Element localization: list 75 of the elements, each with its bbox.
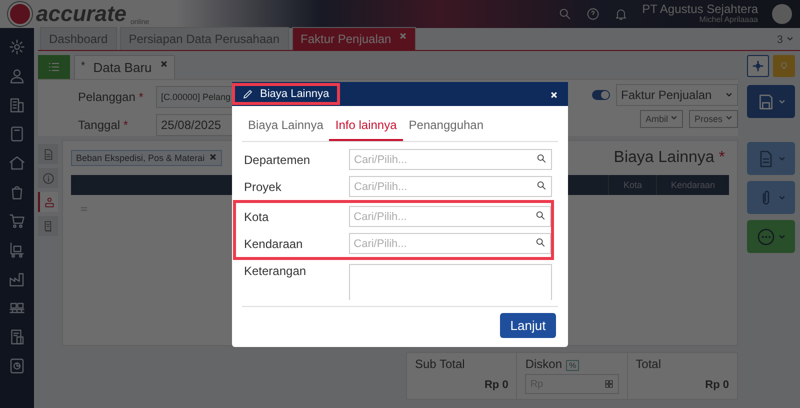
chevron-icon [670, 114, 678, 122]
field-label: Kendaraan [244, 236, 304, 250]
search-icon[interactable] [535, 236, 546, 248]
type-select[interactable]: Faktur Penjualan [616, 84, 738, 106]
tab[interactable]: Faktur Penjualan [292, 27, 416, 50]
chevron-icon [786, 35, 794, 43]
info-icon[interactable] [42, 172, 54, 184]
field-label: Keterangan [244, 264, 308, 278]
user-name: Michel Aprilaaaa [699, 16, 758, 25]
filter-chip[interactable]: Beban Ekspedisi, Pos & Materai [71, 150, 222, 166]
chevron-icon [778, 98, 786, 106]
notes-field[interactable] [349, 264, 552, 300]
person-icon[interactable] [8, 67, 26, 85]
dropdown-button[interactable]: Ambil [640, 110, 684, 128]
total-value: Rp 0 [705, 379, 729, 391]
tablet-icon[interactable] [8, 125, 26, 143]
total-label: Diskon [525, 357, 562, 371]
document-button[interactable] [747, 142, 795, 175]
field-label: Kota [244, 210, 270, 224]
field-label: Departemen [244, 152, 312, 166]
lookup-field[interactable]: Cari/Pilih... [349, 149, 552, 170]
search-icon[interactable] [536, 152, 547, 164]
building-icon[interactable] [8, 96, 26, 114]
search-icon[interactable] [536, 180, 547, 190]
panel-title: Biaya Lainnya * [614, 149, 726, 167]
tab-count[interactable]: 3 [770, 34, 800, 50]
chevron-icon [725, 91, 733, 99]
field-label: Pelanggan * [78, 90, 144, 104]
lookup-field[interactable]: Cari/Pilih... [348, 206, 551, 227]
logo-icon [8, 2, 32, 26]
report-icon[interactable] [8, 328, 26, 346]
list-icon[interactable] [47, 60, 61, 74]
document-tab[interactable]: $^{*}$ Data Baru [74, 55, 175, 79]
save-button[interactable] [747, 85, 795, 118]
side-tab[interactable] [38, 192, 58, 212]
help-icon[interactable] [586, 6, 600, 21]
chart-icon[interactable] [8, 357, 26, 375]
more-button[interactable] [747, 220, 795, 253]
search-icon[interactable] [535, 210, 546, 220]
company-name: PT Agustus Sejahtera [642, 3, 758, 16]
bell-icon[interactable] [614, 6, 628, 21]
factory-icon[interactable] [8, 270, 26, 288]
total-label: Total [636, 357, 662, 371]
field-label: Proyek [244, 180, 282, 194]
calculator-icon[interactable] [604, 379, 614, 389]
side-tab[interactable] [38, 216, 58, 236]
total-value: Rp 0 [484, 379, 508, 391]
more-icon[interactable] [756, 226, 776, 246]
cart-icon[interactable] [8, 212, 26, 230]
chevron-icon [778, 154, 786, 162]
tab[interactable]: Info lainnya [329, 114, 403, 141]
bulb-icon[interactable] [778, 60, 790, 72]
settings-button[interactable] [747, 55, 769, 77]
field-label: Tanggal * [78, 118, 130, 132]
list-button[interactable] [38, 55, 70, 79]
pencil-icon[interactable] [242, 88, 254, 100]
percent-toggle[interactable]: % [566, 360, 580, 371]
avatar[interactable] [772, 4, 792, 24]
total-label: Sub Total [415, 357, 466, 371]
side-tab[interactable] [38, 144, 58, 164]
logo-text: accurate [36, 3, 127, 25]
tab[interactable]: Penangguhan [402, 114, 490, 141]
lookup-field[interactable]: Cari/Pilih... [349, 176, 552, 197]
dropdown-button[interactable]: Proses [689, 110, 738, 128]
trolley-icon[interactable] [8, 241, 26, 259]
person-icon[interactable] [42, 196, 56, 208]
chevron-icon [778, 232, 786, 240]
house-icon[interactable] [8, 154, 26, 172]
toggle-switch[interactable] [592, 90, 610, 100]
chevron-icon [778, 194, 786, 202]
side-tab[interactable] [38, 168, 58, 188]
chevron-icon [725, 114, 733, 122]
attachment-button[interactable] [747, 181, 795, 214]
lookup-field[interactable]: Cari/Pilih... [348, 233, 551, 254]
continue-button[interactable]: Lanjut [500, 313, 556, 338]
